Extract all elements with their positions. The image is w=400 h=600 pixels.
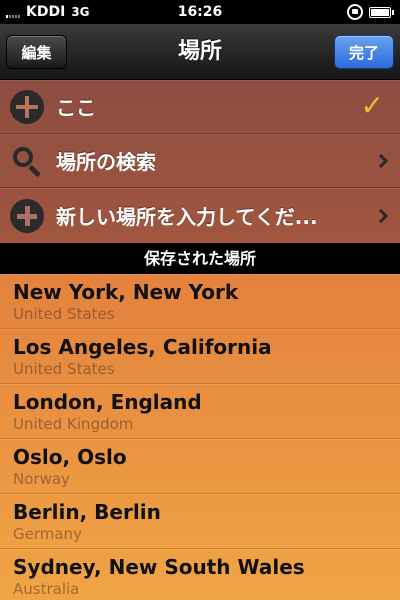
location-icon [10, 89, 44, 124]
saved-place-row[interactable]: New York, New York United States [0, 274, 400, 329]
search-location-label: 場所の検索 [56, 150, 156, 174]
current-location-label: ここ [56, 96, 96, 120]
place-name: Berlin, Berlin [13, 500, 161, 524]
current-location-row[interactable]: ここ ✓ [0, 80, 400, 134]
add-location-label: 新しい場所を入力してくだ... [56, 205, 318, 229]
edit-button[interactable]: 編集 [6, 35, 67, 69]
saved-place-row[interactable]: Los Angeles, California United States [0, 329, 400, 384]
rotation-lock-icon [347, 4, 363, 20]
place-name: Sydney, New South Wales [13, 555, 305, 579]
place-country: Germany [13, 525, 82, 543]
signal-strength-icon [6, 6, 20, 18]
search-icon [10, 144, 44, 178]
search-location-row[interactable]: 場所の検索 [0, 134, 400, 188]
carrier-name: KDDI [26, 4, 66, 20]
place-name: Los Angeles, California [13, 335, 272, 359]
saved-place-row[interactable]: Oslo, Oslo Norway [0, 439, 400, 494]
battery-icon [369, 6, 394, 18]
place-country: United States [13, 305, 115, 323]
place-name: Oslo, Oslo [13, 445, 127, 469]
place-name: New York, New York [13, 280, 239, 304]
status-bar: KDDI 3G 16:26 [0, 0, 400, 24]
saved-place-row[interactable]: Berlin, Berlin Germany [0, 494, 400, 549]
place-country: United States [13, 360, 115, 378]
add-location-row[interactable]: 新しい場所を入力してくだ... [0, 188, 400, 243]
checkmark-icon: ✓ [360, 88, 384, 122]
chevron-right-icon [373, 208, 389, 223]
special-locations-list: ここ ✓ 場所の検索 新しい場所を入力してくだ... [0, 80, 400, 243]
saved-places-list: New York, New York United States Los Ang… [0, 274, 400, 600]
saved-place-row[interactable]: Sydney, New South Wales Australia [0, 549, 400, 600]
done-button[interactable]: 完了 [334, 35, 394, 69]
place-name: London, England [13, 390, 202, 414]
section-header: 保存された場所 [0, 243, 400, 274]
place-country: Australia [13, 580, 80, 598]
chevron-right-icon [373, 153, 389, 168]
navigation-bar: 場所 編集 完了 [0, 24, 400, 80]
saved-place-row[interactable]: London, England United Kingdom [0, 384, 400, 439]
place-country: Norway [13, 470, 70, 488]
network-type: 3G [71, 5, 90, 19]
add-icon [10, 198, 44, 233]
place-country: United Kingdom [13, 415, 134, 433]
